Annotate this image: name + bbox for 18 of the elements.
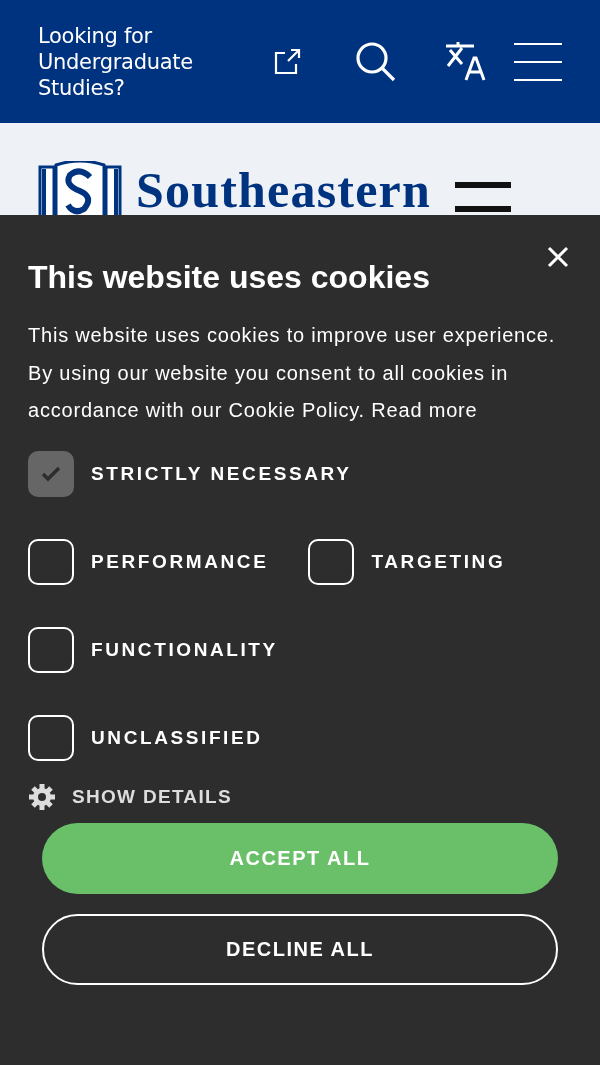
read-more-link[interactable]: Read more <box>371 399 478 421</box>
checkbox-label: PERFORMANCE <box>91 550 269 573</box>
external-link-icon[interactable] <box>272 46 302 77</box>
show-details-link[interactable]: SHOW DETAILS <box>72 785 232 808</box>
shield-logo-icon <box>38 161 122 215</box>
close-icon[interactable] <box>547 246 569 268</box>
banner-title: This website uses cookies <box>28 258 431 297</box>
menu-icon[interactable] <box>454 182 511 212</box>
logo-text: Southeastern <box>136 165 431 215</box>
checkbox-label: TARGETING <box>371 550 506 573</box>
translate-icon[interactable] <box>444 41 488 82</box>
gear-icon[interactable] <box>28 782 56 811</box>
checkbox-label: STRICTLY NECESSARY <box>91 462 352 485</box>
checkbox-label: FUNCTIONALITY <box>91 638 278 661</box>
checkbox-label: UNCLASSIFIED <box>91 726 263 749</box>
decline-button[interactable]: DECLINE ALL <box>42 913 558 985</box>
search-icon[interactable] <box>354 39 398 84</box>
banner-text: This website uses cookies to improve user experience. By using our website you consent to all cookies in accordance with our Cookie Policy. Read more <box>28 323 557 423</box>
